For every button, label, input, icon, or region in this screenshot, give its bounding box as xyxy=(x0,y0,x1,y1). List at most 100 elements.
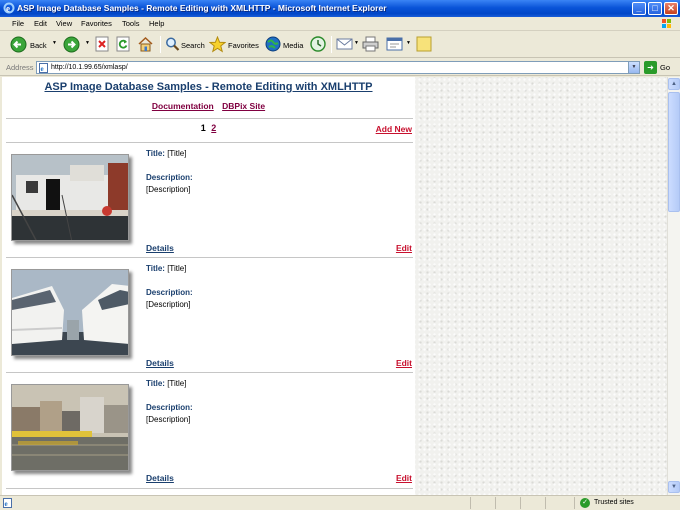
back-label: Back xyxy=(30,41,47,50)
back-button[interactable]: Back xyxy=(10,35,58,54)
messenger-button[interactable] xyxy=(416,35,434,54)
description-label: Description: xyxy=(146,288,193,297)
menu-edit[interactable]: Edit xyxy=(34,19,47,28)
page-icon: e xyxy=(39,63,48,73)
trusted-check-icon: ✓ xyxy=(580,498,590,508)
media-globe-icon xyxy=(265,36,281,52)
pager: 1 2 xyxy=(2,123,415,133)
address-input[interactable]: e http://10.1.99.65/xmlasp/ ▼ xyxy=(36,61,640,74)
details-link[interactable]: Details xyxy=(146,243,174,253)
forward-button[interactable] xyxy=(63,35,83,54)
back-dropdown-icon[interactable]: ▼ xyxy=(52,40,57,46)
refresh-button[interactable] xyxy=(116,35,133,54)
minimize-button[interactable]: _ xyxy=(632,2,646,15)
go-label: Go xyxy=(660,63,671,72)
record-item: Title: [Title] Description: [Description]… xyxy=(2,373,415,488)
edit-link[interactable]: Edit xyxy=(396,358,412,368)
address-bar: Address e http://10.1.99.65/xmlasp/ ▼ ➜ … xyxy=(0,59,680,76)
star-icon xyxy=(209,36,226,53)
back-arrow-icon xyxy=(10,36,27,53)
page-status-icon: e xyxy=(3,498,12,508)
media-label: Media xyxy=(283,41,304,50)
details-link[interactable]: Details xyxy=(146,358,174,368)
address-dropdown-icon[interactable]: ▼ xyxy=(628,62,639,73)
title-value: [Title] xyxy=(167,149,187,158)
notes-icon xyxy=(416,36,432,52)
title-value: [Title] xyxy=(167,379,187,388)
search-icon xyxy=(166,37,180,51)
ie-logo-icon: e xyxy=(3,2,15,14)
media-button[interactable]: Media xyxy=(265,35,305,54)
scrollbar-thumb[interactable] xyxy=(668,92,680,212)
record-thumbnail[interactable] xyxy=(11,269,129,356)
scroll-down-icon[interactable]: ▼ xyxy=(668,481,680,493)
home-icon xyxy=(138,36,153,52)
record-item: Title: [Title] Description: [Description]… xyxy=(2,143,415,258)
windows-logo-icon xyxy=(662,19,671,28)
title-label: Title: xyxy=(146,379,165,388)
close-button[interactable]: ✕ xyxy=(664,2,678,15)
forward-dropdown-icon[interactable]: ▼ xyxy=(85,40,90,46)
dbpix-site-link[interactable]: DBPix Site xyxy=(222,101,265,111)
record-description: Description: [Description] xyxy=(146,172,193,196)
title-value: [Title] xyxy=(167,264,187,273)
zone-label: Trusted sites xyxy=(594,499,634,506)
favorites-label: Favorites xyxy=(228,41,259,50)
documentation-link[interactable]: Documentation xyxy=(152,101,214,111)
history-button[interactable] xyxy=(310,35,328,54)
menu-help[interactable]: Help xyxy=(149,19,164,28)
stop-button[interactable] xyxy=(95,35,112,54)
edit-dropdown-icon[interactable]: ▼ xyxy=(406,40,411,46)
page-2-link[interactable]: 2 xyxy=(211,123,216,133)
maximize-button[interactable]: □ xyxy=(648,2,662,15)
menu-file[interactable]: File xyxy=(12,19,24,28)
record-thumbnail[interactable] xyxy=(11,384,129,471)
description-value: [Description] xyxy=(146,300,191,309)
record-description: Description: [Description] xyxy=(146,402,193,426)
edit-page-icon xyxy=(386,37,403,51)
toolbar-separator xyxy=(160,36,161,53)
top-links: Documentation DBPix Site xyxy=(2,101,415,111)
page-title[interactable]: ASP Image Database Samples - Remote Edit… xyxy=(2,81,415,93)
yachts-photo xyxy=(12,270,128,355)
status-cell-divider xyxy=(545,497,546,509)
refresh-icon xyxy=(116,36,130,52)
search-label: Search xyxy=(181,41,205,50)
stop-icon xyxy=(95,36,109,52)
menu-bar: File Edit View Favorites Tools Help xyxy=(0,17,680,31)
record-thumbnail[interactable] xyxy=(11,154,129,241)
status-cell-divider xyxy=(495,497,496,509)
menu-view[interactable]: View xyxy=(56,19,72,28)
add-new-link[interactable]: Add New xyxy=(376,124,412,134)
toolbar: Back ▼ ▼ Search Favorites Media ▼ ▼ xyxy=(0,31,680,58)
svg-text:e: e xyxy=(41,65,44,73)
record-title: Title: [Title] xyxy=(146,379,186,388)
title-bar[interactable]: e ASP Image Database Samples - Remote Ed… xyxy=(0,0,680,17)
title-label: Title: xyxy=(146,264,165,273)
description-label: Description: xyxy=(146,403,193,412)
status-cell-divider xyxy=(520,497,521,509)
print-button[interactable] xyxy=(362,35,380,54)
ship-photo xyxy=(12,155,128,240)
toolbar-separator xyxy=(331,36,332,53)
security-zone[interactable]: ✓ Trusted sites xyxy=(574,497,678,509)
details-link[interactable]: Details xyxy=(146,473,174,483)
edit-link[interactable]: Edit xyxy=(396,243,412,253)
menu-favorites[interactable]: Favorites xyxy=(81,19,112,28)
divider xyxy=(6,118,413,119)
mail-dropdown-icon[interactable]: ▼ xyxy=(354,40,359,46)
edit-link[interactable]: Edit xyxy=(396,473,412,483)
vertical-scrollbar[interactable]: ▲ ▼ xyxy=(667,77,680,495)
record-title: Title: [Title] xyxy=(146,264,186,273)
edit-page-button[interactable] xyxy=(386,35,404,54)
mail-button[interactable] xyxy=(336,35,354,54)
forward-arrow-icon xyxy=(63,36,80,53)
record-title: Title: [Title] xyxy=(146,149,186,158)
scroll-up-icon[interactable]: ▲ xyxy=(668,78,680,90)
home-button[interactable] xyxy=(137,35,156,54)
mail-icon xyxy=(336,38,353,50)
favorites-button[interactable]: Favorites xyxy=(209,35,261,54)
svg-text:e: e xyxy=(5,500,8,508)
search-button[interactable]: Search xyxy=(165,35,207,54)
menu-tools[interactable]: Tools xyxy=(122,19,140,28)
